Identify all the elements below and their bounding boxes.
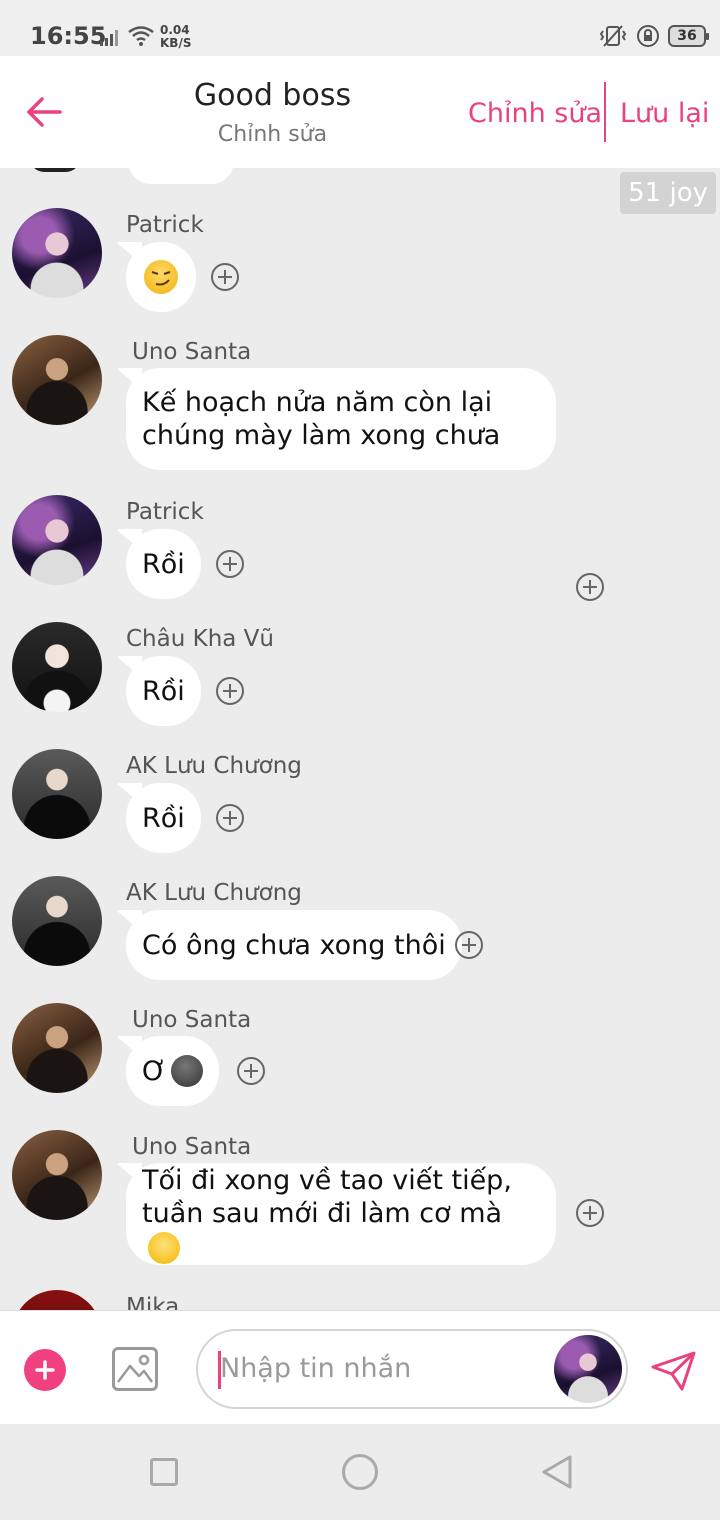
status-right: 36 bbox=[598, 24, 709, 48]
add-reaction-icon[interactable] bbox=[211, 263, 239, 291]
sender-name: Patrick bbox=[126, 499, 204, 525]
avatar[interactable] bbox=[12, 208, 102, 298]
message-bubble[interactable]: Rồi bbox=[126, 529, 201, 599]
sender-name: AK Lưu Chương bbox=[126, 880, 302, 906]
chat-subtitle: Chỉnh sửa bbox=[217, 122, 328, 147]
message-bubble[interactable]: Ơ bbox=[126, 1036, 219, 1106]
chat-title: Good boss bbox=[193, 78, 352, 113]
back-button[interactable] bbox=[22, 90, 66, 134]
dark-face-emoji-icon bbox=[170, 1055, 203, 1087]
avatar[interactable] bbox=[12, 1130, 102, 1220]
avatar[interactable] bbox=[12, 876, 102, 966]
add-reaction-icon[interactable] bbox=[216, 550, 244, 578]
message-text: Rồi bbox=[142, 548, 185, 580]
add-reaction-icon[interactable] bbox=[576, 1199, 604, 1227]
message-bubble[interactable]: Kế hoạch nửa năm còn lại chúng mày làm x… bbox=[126, 368, 556, 470]
message-text: Tối đi xong về tao viết tiếp, tuần sau m… bbox=[142, 1164, 540, 1264]
add-reaction-icon[interactable] bbox=[455, 931, 483, 959]
message-input-placeholder: Nhập tin nhắn bbox=[220, 1353, 412, 1384]
avatar[interactable] bbox=[12, 1003, 102, 1093]
save-button[interactable]: Lưu lại bbox=[620, 98, 709, 129]
chat-messages[interactable]: 51 joy Patrick Uno Santa Kế hoạch nửa nă… bbox=[0, 168, 720, 1310]
sender-name: Uno Santa bbox=[132, 339, 252, 365]
header-divider bbox=[604, 82, 606, 142]
avatar[interactable] bbox=[12, 622, 102, 712]
message-bubble[interactable]: Có ông chưa xong thôi bbox=[126, 910, 462, 980]
rotation-lock-icon bbox=[637, 25, 659, 47]
sender-name: Mika bbox=[126, 1294, 180, 1310]
slight-smile-emoji-icon bbox=[148, 1231, 180, 1264]
wifi-icon bbox=[128, 26, 154, 46]
sender-name: Uno Santa bbox=[132, 1007, 252, 1033]
message-text-content: Tối đi xong về tao viết tiếp, tuần sau m… bbox=[142, 1165, 512, 1230]
message-text: Rồi bbox=[142, 802, 185, 834]
image-button[interactable] bbox=[112, 1347, 158, 1391]
message-text: Kế hoạch nửa năm còn lại chúng mày làm x… bbox=[142, 387, 501, 451]
signal-icon bbox=[100, 30, 118, 46]
message-bubble[interactable]: Rồi bbox=[126, 783, 201, 853]
vibrate-icon bbox=[599, 25, 627, 47]
recent-apps-button[interactable] bbox=[150, 1458, 178, 1486]
send-button[interactable] bbox=[650, 1349, 698, 1393]
avatar[interactable] bbox=[554, 1335, 622, 1403]
joy-badge[interactable]: 51 joy bbox=[620, 172, 716, 214]
status-time: 16:55 bbox=[30, 22, 107, 50]
status-bar: 16:55 0.04 KB/S 36 bbox=[0, 0, 720, 56]
message-text: Rồi bbox=[142, 675, 185, 707]
message-bubble[interactable] bbox=[126, 242, 196, 312]
edit-button[interactable]: Chỉnh sửa bbox=[468, 98, 602, 129]
network-speed: 0.04 KB/S bbox=[160, 24, 191, 50]
message-bubble[interactable]: Rồi bbox=[126, 656, 201, 726]
add-button[interactable] bbox=[24, 1349, 66, 1391]
message-text: Ơ bbox=[142, 1055, 167, 1087]
network-speed-unit: KB/S bbox=[160, 36, 192, 50]
avatar[interactable] bbox=[12, 749, 102, 839]
plus-icon bbox=[35, 1360, 55, 1380]
avatar[interactable] bbox=[12, 495, 102, 585]
message-composer: Nhập tin nhắn bbox=[0, 1310, 720, 1424]
send-icon bbox=[651, 1351, 696, 1391]
message-input[interactable]: Nhập tin nhắn bbox=[196, 1329, 628, 1409]
avatar[interactable] bbox=[30, 168, 80, 172]
add-reaction-icon[interactable] bbox=[576, 573, 604, 601]
image-icon bbox=[117, 1354, 154, 1383]
home-button[interactable] bbox=[342, 1454, 378, 1490]
nav-back-icon[interactable] bbox=[540, 1454, 574, 1490]
avatar[interactable] bbox=[12, 335, 102, 425]
sender-name: AK Lưu Chương bbox=[126, 753, 302, 779]
smirk-emoji-icon bbox=[144, 260, 178, 294]
sender-name: Patrick bbox=[126, 212, 204, 238]
message-bubble[interactable]: Tối đi xong về tao viết tiếp, tuần sau m… bbox=[126, 1163, 556, 1265]
add-reaction-icon[interactable] bbox=[237, 1057, 265, 1085]
add-reaction-icon[interactable] bbox=[216, 804, 244, 832]
message-bubble[interactable] bbox=[128, 168, 234, 184]
sender-name: Uno Santa bbox=[132, 1134, 252, 1160]
system-nav-bar bbox=[0, 1424, 720, 1520]
message-text: Có ông chưa xong thôi bbox=[142, 929, 446, 961]
chat-header: Good boss Chỉnh sửa Chỉnh sửa Lưu lại bbox=[0, 56, 720, 168]
avatar[interactable] bbox=[12, 1290, 102, 1310]
arrow-left-icon bbox=[27, 97, 62, 127]
sender-name: Châu Kha Vũ bbox=[126, 626, 274, 652]
add-reaction-icon[interactable] bbox=[216, 677, 244, 705]
battery-icon: 36 bbox=[668, 25, 709, 47]
